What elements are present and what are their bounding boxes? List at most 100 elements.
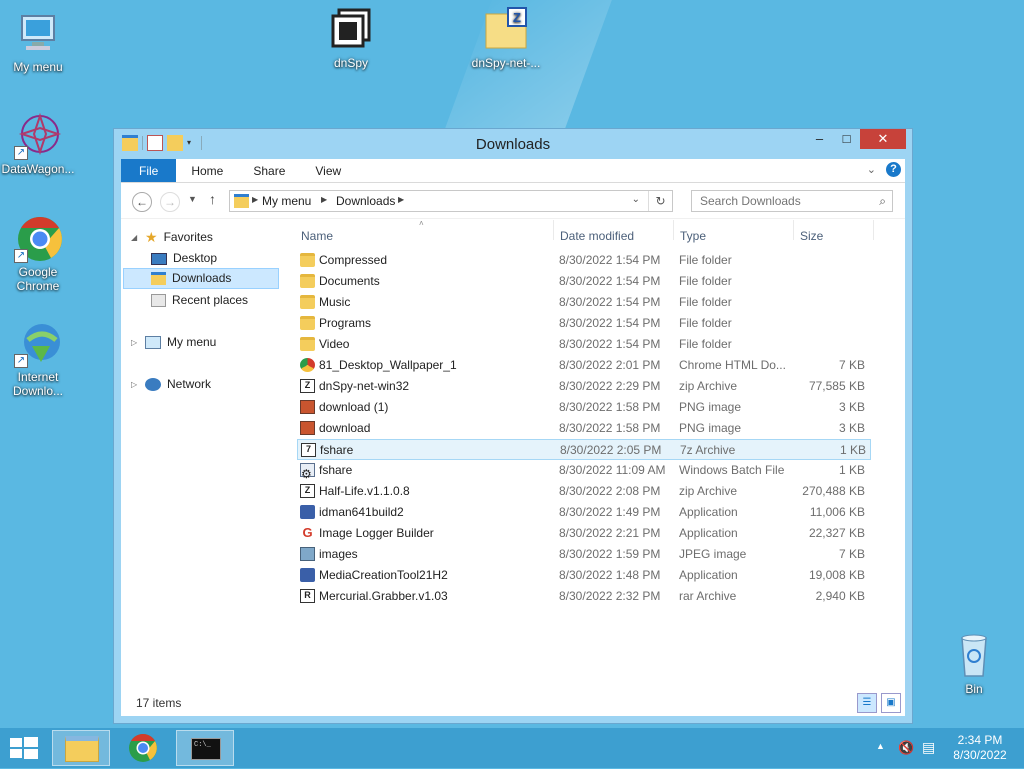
ribbon: File Home Share View ⌄ ? bbox=[121, 159, 905, 183]
maximize-button[interactable]: □ bbox=[833, 129, 860, 149]
file-row[interactable]: MediaCreationTool21H2 8/30/2022 1:48 PM Ap… bbox=[297, 565, 871, 586]
file-size: 3 KB bbox=[838, 421, 865, 435]
file-name: Mercurial.Grabber.v1.03 bbox=[319, 589, 448, 603]
desktop-icon-google-chrome[interactable]: ↗ Google Chrome bbox=[0, 215, 76, 293]
file-size: 19,008 KB bbox=[808, 568, 865, 582]
nav-downloads[interactable]: Downloads bbox=[123, 268, 279, 289]
zip-archive-icon: Z bbox=[300, 484, 315, 498]
desktop-icon-datawagon[interactable]: ↗ DataWagon... bbox=[0, 112, 76, 176]
nav-recent-places[interactable]: Recent places bbox=[151, 290, 248, 311]
column-header-name[interactable]: Name bbox=[301, 229, 333, 251]
downloads-icon bbox=[151, 272, 166, 285]
collapse-icon[interactable]: ◢ bbox=[131, 227, 139, 248]
taskbar-command-prompt[interactable]: C:\_ bbox=[176, 730, 234, 766]
nav-label: Network bbox=[167, 377, 212, 391]
taskbar-chrome[interactable] bbox=[114, 730, 172, 766]
expand-ribbon-icon[interactable]: ⌄ bbox=[867, 163, 876, 176]
tab-home[interactable]: Home bbox=[176, 159, 238, 182]
address-bar[interactable]: ▶ My menu ▶ Downloads ▶ ⌄ ↻ bbox=[229, 190, 673, 212]
forward-button[interactable]: → bbox=[160, 192, 180, 212]
file-size: 7 KB bbox=[838, 358, 865, 372]
shortcut-arrow-icon: ↗ bbox=[14, 249, 28, 263]
show-hidden-icons-icon[interactable]: ▲ bbox=[876, 741, 885, 751]
volume-muted-icon[interactable]: 🔇 bbox=[898, 740, 914, 756]
column-header-type[interactable]: Type bbox=[680, 229, 706, 251]
help-icon[interactable]: ? bbox=[886, 162, 901, 177]
column-header-date[interactable]: Date modified bbox=[560, 229, 634, 251]
jpeg-image-icon bbox=[300, 547, 315, 561]
desktop-icon-dnspy[interactable]: dnSpy bbox=[313, 6, 389, 70]
sort-ascending-icon: ˄ bbox=[419, 219, 424, 228]
svg-text:Z: Z bbox=[513, 10, 521, 25]
column-header-size[interactable]: Size bbox=[800, 229, 823, 251]
breadcrumb-my-menu[interactable]: My menu bbox=[262, 194, 311, 208]
search-input[interactable] bbox=[692, 191, 862, 211]
nav-my-menu[interactable]: ▷ My menu bbox=[131, 332, 216, 353]
tab-view[interactable]: View bbox=[300, 159, 356, 182]
desktop-icon-label: Internet Downlo... bbox=[12, 370, 64, 398]
nav-desktop[interactable]: Desktop bbox=[151, 248, 217, 269]
file-row[interactable]: G Image Logger Builder 8/30/2022 2:21 PM Ap… bbox=[297, 523, 871, 544]
file-size: 1 KB bbox=[838, 463, 865, 477]
desktop-icon-internet-download[interactable]: ↗ Internet Downlo... bbox=[0, 320, 76, 398]
desktop-icon-bin[interactable]: Bin bbox=[936, 632, 1012, 696]
file-row[interactable]: Z Half-Life.v1.1.0.8 8/30/2022 2:08 PM zip … bbox=[297, 481, 871, 502]
nav-label: Desktop bbox=[173, 251, 218, 265]
large-icons-view-button[interactable]: ▣ bbox=[881, 693, 901, 713]
file-row[interactable]: download 8/30/2022 1:58 PM PNG image 3 KB bbox=[297, 418, 871, 439]
breadcrumb-downloads[interactable]: Downloads bbox=[336, 194, 395, 208]
file-type: File folder bbox=[679, 337, 732, 351]
file-size: 11,006 KB bbox=[809, 505, 865, 519]
start-button[interactable] bbox=[10, 737, 38, 762]
expand-icon[interactable]: ▷ bbox=[131, 374, 139, 395]
file-row[interactable]: Documents 8/30/2022 1:54 PM File folder bbox=[297, 271, 871, 292]
file-row[interactable]: download (1) 8/30/2022 1:58 PM PNG image 3 … bbox=[297, 397, 871, 418]
refresh-icon[interactable]: ↻ bbox=[648, 191, 672, 211]
address-dropdown-icon[interactable]: ⌄ bbox=[632, 194, 640, 205]
recycle-bin-icon bbox=[950, 632, 998, 680]
recent-locations-dropdown-icon[interactable]: ▼ bbox=[188, 194, 197, 204]
back-button[interactable]: ← bbox=[132, 192, 152, 212]
file-row[interactable]: R Mercurial.Grabber.v1.03 8/30/2022 2:32 P… bbox=[297, 586, 871, 607]
minimize-button[interactable]: – bbox=[806, 129, 833, 149]
file-name: Documents bbox=[319, 274, 380, 288]
network-status-icon[interactable]: ▤ bbox=[922, 739, 935, 756]
file-row[interactable]: Compressed 8/30/2022 1:54 PM File folder bbox=[297, 250, 871, 271]
nav-favorites[interactable]: ◢ ★ Favorites bbox=[131, 227, 213, 248]
tab-share[interactable]: Share bbox=[238, 159, 300, 182]
zip-archive-icon: Z bbox=[300, 379, 315, 393]
file-row[interactable]: Video 8/30/2022 1:54 PM File folder bbox=[297, 334, 871, 355]
star-icon: ★ bbox=[145, 229, 158, 245]
file-row[interactable]: idman641build2 8/30/2022 1:49 PM Applicati… bbox=[297, 502, 871, 523]
file-row[interactable]: ZdnSpy-net-win32 8/30/2022 2:29 PM zip Arc… bbox=[297, 376, 871, 397]
folder-icon bbox=[300, 316, 315, 330]
file-row[interactable]: 7 fshare 8/30/2022 2:05 PM 7z Archive 1 KB bbox=[297, 439, 871, 460]
tab-file[interactable]: File bbox=[121, 159, 177, 182]
breadcrumb-separator-icon: ▶ bbox=[252, 195, 259, 204]
dnspy-icon bbox=[327, 6, 375, 54]
close-button[interactable]: ✕ bbox=[860, 129, 906, 149]
file-row[interactable]: ⚙ fshare 8/30/2022 11:09 AM Windows Batch F… bbox=[297, 460, 871, 481]
file-row[interactable]: images 8/30/2022 1:59 PM JPEG image 7 KB bbox=[297, 544, 871, 565]
file-date: 8/30/2022 1:54 PM bbox=[559, 295, 661, 309]
address-toolbar: ← → ▼ ↑ ▶ My menu ▶ Downloads ▶ ⌄ ↻ ⌕ bbox=[121, 183, 905, 219]
desktop-icon-my-menu[interactable]: My menu bbox=[0, 10, 76, 74]
nav-network[interactable]: ▷ Network bbox=[131, 374, 211, 395]
clock[interactable]: 2:34 PM 8/30/2022 bbox=[950, 733, 1010, 763]
file-row[interactable]: 81_Desktop_Wallpaper_1 8/30/2022 2:01 PM C… bbox=[297, 355, 871, 376]
expand-icon[interactable]: ▷ bbox=[131, 332, 139, 353]
status-bar: 17 items ☰ ▣ bbox=[121, 690, 905, 716]
details-view-button[interactable]: ☰ bbox=[857, 693, 877, 713]
desktop-icon-dnspy-zip[interactable]: Z dnSpy-net-... bbox=[468, 6, 544, 70]
search-icon[interactable]: ⌕ bbox=[879, 194, 886, 209]
taskbar-file-explorer[interactable] bbox=[52, 730, 110, 766]
title-bar[interactable]: ▾ Downloads – □ ✕ bbox=[114, 129, 912, 159]
file-row[interactable]: Programs 8/30/2022 1:54 PM File folder bbox=[297, 313, 871, 334]
file-date: 8/30/2022 2:01 PM bbox=[559, 358, 661, 372]
file-date: 8/30/2022 2:29 PM bbox=[559, 379, 661, 393]
file-row[interactable]: Music 8/30/2022 1:54 PM File folder bbox=[297, 292, 871, 313]
downloads-folder-icon bbox=[234, 194, 249, 208]
up-button[interactable]: ↑ bbox=[209, 191, 216, 207]
clock-time: 2:34 PM bbox=[957, 733, 1003, 747]
folder-icon bbox=[300, 337, 315, 351]
